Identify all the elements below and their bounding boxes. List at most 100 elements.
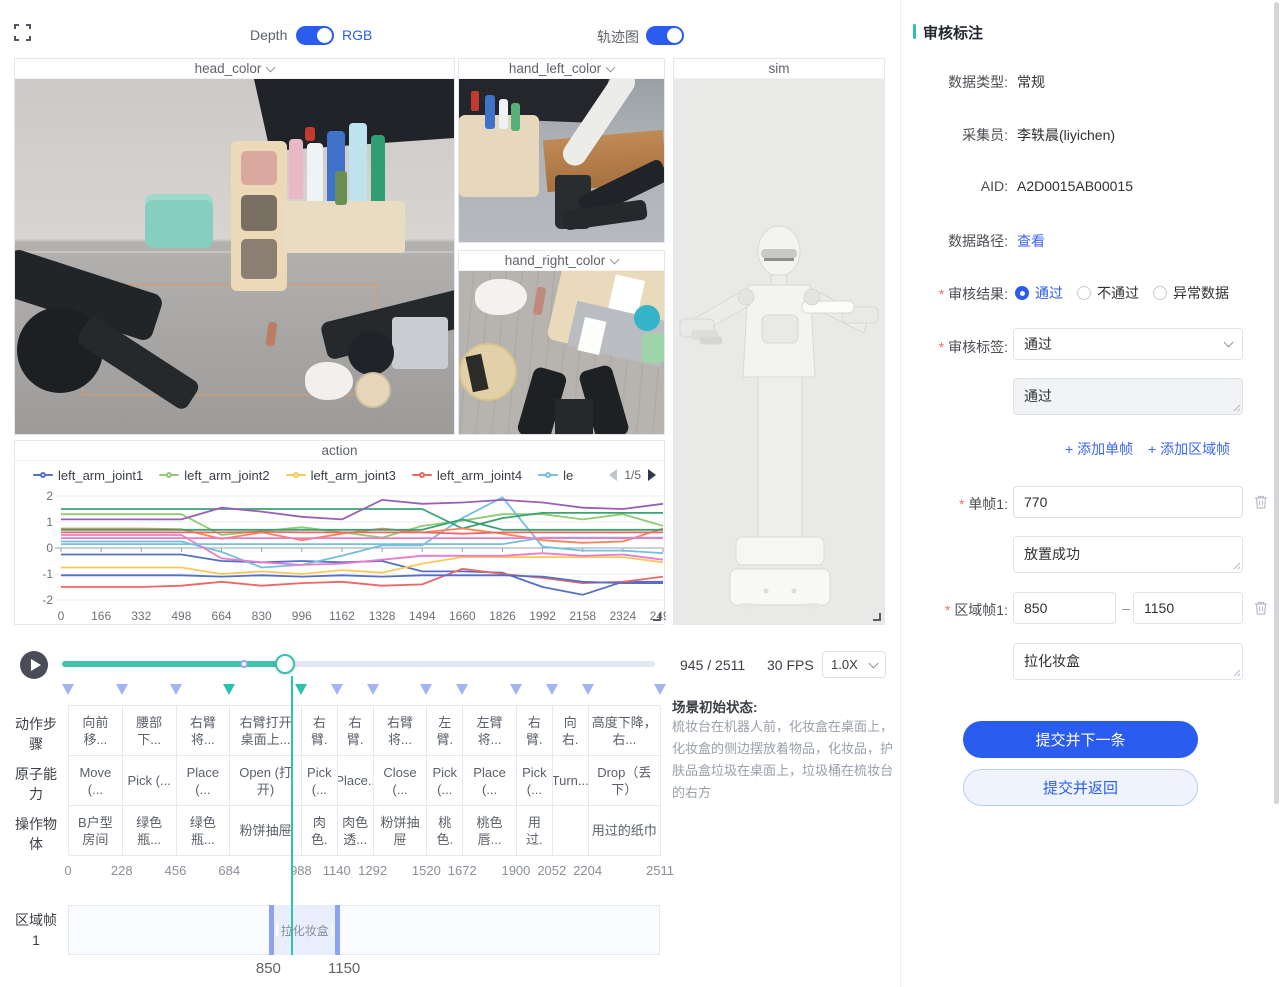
review-tag-note-textarea[interactable]: 通过 <box>1013 378 1243 415</box>
add-single-frame-link[interactable]: + 添加单帧 <box>1065 439 1133 459</box>
step-object-cell[interactable]: 肉色透... <box>338 806 374 856</box>
step-object-cell[interactable]: B户型房间 <box>69 806 123 856</box>
timeline-slider-handle[interactable] <box>275 654 295 674</box>
radio-pass-label[interactable]: 通过 <box>1035 285 1063 301</box>
current-frame-cursor[interactable] <box>291 676 293 955</box>
radio-fail-label[interactable]: 不通过 <box>1097 285 1139 301</box>
step-column[interactable]: 右臂将...Close (...粉饼抽屉 <box>374 706 428 856</box>
region-frame-note-textarea[interactable]: 拉化妆盒 <box>1013 643 1243 680</box>
hand-left-camera-header[interactable]: hand_left_color <box>459 59 664 79</box>
radio-abnormal-label[interactable]: 异常数据 <box>1173 285 1229 301</box>
step-object-cell[interactable]: 用过. <box>517 806 553 856</box>
region-start-input[interactable] <box>1013 592 1116 624</box>
step-action-cell[interactable]: 向右. <box>553 706 589 756</box>
region-frame-track[interactable]: 拉化妆盒 <box>68 905 660 955</box>
legend-item[interactable]: left_arm_joint1 <box>33 468 143 483</box>
steps-table[interactable]: 向前移...Move (...B户型房间腰部下...Pick (...绿色瓶..… <box>68 705 660 855</box>
step-boundary-marker[interactable] <box>456 684 468 695</box>
step-boundary-marker[interactable] <box>331 684 343 695</box>
step-column[interactable]: 右臂.Place..肉色透... <box>338 706 374 856</box>
step-object-cell[interactable] <box>553 806 589 856</box>
step-object-cell[interactable]: 用过的纸巾 <box>589 806 661 856</box>
speed-select[interactable]: 1.0X <box>822 651 886 678</box>
radio-pass[interactable] <box>1015 286 1029 300</box>
region-frame-segment[interactable]: 拉化妆盒 <box>269 905 340 955</box>
step-atomic-cell[interactable]: Pick (... <box>517 756 553 806</box>
hand-right-camera-image[interactable] <box>459 271 664 434</box>
step-atomic-cell[interactable]: Pick (... <box>123 756 177 806</box>
step-boundary-marker[interactable] <box>582 684 594 695</box>
submit-next-button[interactable]: 提交并下一条 <box>963 721 1198 758</box>
segment-right-grip[interactable] <box>332 923 334 936</box>
step-object-cell[interactable]: 肉色. <box>302 806 338 856</box>
sim-viewport[interactable] <box>674 79 884 624</box>
step-action-cell[interactable]: 右臂将... <box>177 706 231 756</box>
step-atomic-cell[interactable]: Place.. <box>338 756 374 806</box>
single-frame-note-textarea[interactable]: 放置成功 <box>1013 536 1243 573</box>
step-action-cell[interactable]: 腰部下... <box>123 706 177 756</box>
step-boundary-marker[interactable] <box>510 684 522 695</box>
joint-trajectory-chart[interactable]: 210-1-2 <box>15 488 666 609</box>
step-action-cell[interactable]: 右臂. <box>302 706 338 756</box>
step-boundary-marker[interactable] <box>654 684 666 695</box>
head-camera-image[interactable] <box>15 79 454 434</box>
step-column[interactable]: 向右.Turn... <box>553 706 589 856</box>
step-action-cell[interactable]: 右臂将... <box>374 706 428 756</box>
step-boundary-marker[interactable] <box>170 684 182 695</box>
head-camera-header[interactable]: head_color <box>15 59 454 79</box>
step-column[interactable]: 腰部下...Pick (...绿色瓶... <box>123 706 177 856</box>
step-action-cell[interactable]: 右臂. <box>338 706 374 756</box>
step-atomic-cell[interactable]: Place (... <box>463 756 517 806</box>
single-frame-input[interactable] <box>1013 486 1243 518</box>
page-scrollbar[interactable] <box>1274 2 1279 804</box>
trajectory-toggle[interactable] <box>646 26 684 45</box>
step-atomic-cell[interactable]: Turn... <box>553 756 589 806</box>
hand-left-camera-image[interactable] <box>459 79 664 242</box>
single-frame-dot-marker[interactable] <box>240 660 248 668</box>
fullscreen-icon[interactable] <box>14 24 31 41</box>
step-boundary-marker[interactable] <box>420 684 432 695</box>
step-action-cell[interactable]: 左臂将... <box>463 706 517 756</box>
step-boundary-marker[interactable] <box>223 684 235 695</box>
step-atomic-cell[interactable]: Move (... <box>69 756 123 806</box>
resize-handle-icon[interactable] <box>653 613 661 621</box>
legend-item[interactable]: le <box>538 468 573 483</box>
sim-header[interactable]: sim <box>674 59 884 79</box>
delete-region-frame-icon[interactable] <box>1253 600 1269 616</box>
step-column[interactable]: 左臂.Pick (...桃色. <box>427 706 463 856</box>
legend-next-icon[interactable] <box>648 469 656 481</box>
step-atomic-cell[interactable]: Pick (... <box>427 756 463 806</box>
delete-single-frame-icon[interactable] <box>1253 494 1269 510</box>
step-atomic-cell[interactable]: Close (... <box>374 756 428 806</box>
step-atomic-cell[interactable]: Pick (... <box>302 756 338 806</box>
step-action-cell[interactable]: 左臂. <box>427 706 463 756</box>
radio-abnormal[interactable] <box>1153 286 1167 300</box>
step-column[interactable]: 左臂将...Place (...桃色唇... <box>463 706 517 856</box>
hand-right-camera-header[interactable]: hand_right_color <box>459 251 664 271</box>
step-object-cell[interactable]: 桃色唇... <box>463 806 517 856</box>
step-object-cell[interactable]: 桃色. <box>427 806 463 856</box>
data-path-view-link[interactable]: 查看 <box>1017 231 1045 251</box>
play-button[interactable] <box>20 651 48 679</box>
step-object-cell[interactable]: 绿色瓶... <box>177 806 231 856</box>
step-action-cell[interactable]: 右臂. <box>517 706 553 756</box>
legend-item[interactable]: left_arm_joint4 <box>412 468 522 483</box>
step-object-cell[interactable]: 粉饼抽屉 <box>374 806 428 856</box>
step-column[interactable]: 右臂.Pick (...用过. <box>517 706 553 856</box>
step-column[interactable]: 向前移...Move (...B户型房间 <box>69 706 123 856</box>
step-boundary-marker[interactable] <box>62 684 74 695</box>
step-column[interactable]: 右臂将...Place (...绿色瓶... <box>177 706 231 856</box>
step-column[interactable]: 高度下降，右...Drop（丢下）用过的纸巾 <box>589 706 661 856</box>
step-boundary-marker[interactable] <box>367 684 379 695</box>
review-tag-select[interactable]: 通过 <box>1013 328 1243 360</box>
step-atomic-cell[interactable]: Place (... <box>177 756 231 806</box>
legend-item[interactable]: left_arm_joint2 <box>159 468 269 483</box>
step-column[interactable]: 右臂.Pick (...肉色. <box>302 706 338 856</box>
legend-item[interactable]: left_arm_joint3 <box>286 468 396 483</box>
step-atomic-cell[interactable]: Drop（丢下） <box>589 756 661 806</box>
add-region-frame-link[interactable]: + 添加区域帧 <box>1148 439 1230 459</box>
legend-prev-icon[interactable] <box>609 469 617 481</box>
depth-rgb-toggle[interactable] <box>296 26 334 45</box>
step-action-cell[interactable]: 向前移... <box>69 706 123 756</box>
step-boundary-marker[interactable] <box>295 684 307 695</box>
